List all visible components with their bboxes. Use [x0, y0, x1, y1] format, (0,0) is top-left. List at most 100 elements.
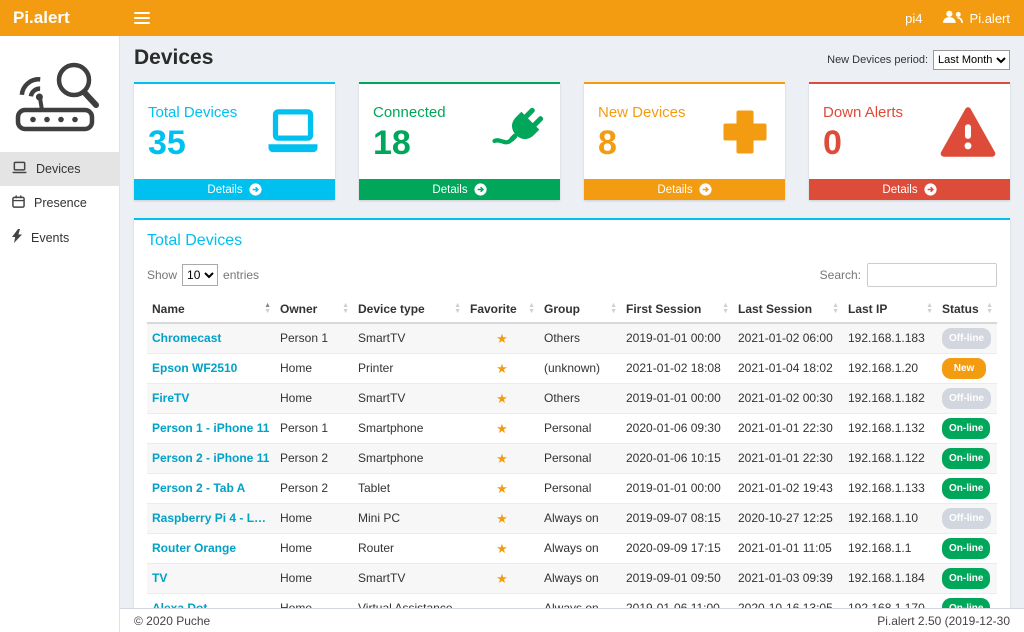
card-total-devices: Total Devices 35 Details — [134, 82, 335, 200]
sidebar-toggle-button[interactable] — [120, 0, 164, 36]
card-title: Total Devices — [148, 104, 237, 121]
sidebar-item-devices[interactable]: Devices — [0, 152, 120, 186]
column-header-last-session[interactable]: Last Session▲▼ — [733, 296, 843, 323]
arrow-circle-icon — [699, 183, 712, 196]
device-type: Router — [353, 534, 465, 564]
table-row[interactable]: FireTV Home SmartTV ★ Others 2019-01-01 … — [147, 384, 997, 414]
table-row[interactable]: Epson WF2510 Home Printer ★ (unknown) 20… — [147, 354, 997, 384]
table-row[interactable]: Alexa Dot Home Virtual Assistance Always… — [147, 594, 997, 609]
device-name-link[interactable]: Alexa Dot — [147, 594, 275, 609]
last-ip: 192.168.1.20 — [843, 354, 937, 384]
table-row[interactable]: Raspberry Pi 4 - LAN Home Mini PC ★ Alwa… — [147, 504, 997, 534]
last-ip: 192.168.1.133 — [843, 474, 937, 504]
status-badge: On-line — [942, 538, 990, 559]
table-row[interactable]: Person 2 - Tab A Person 2 Tablet ★ Perso… — [147, 474, 997, 504]
favorite-star-icon — [465, 594, 539, 609]
laptop-icon — [265, 109, 321, 158]
sort-icon: ▲▼ — [454, 303, 461, 315]
table-row[interactable]: Person 1 - iPhone 11 Person 1 Smartphone… — [147, 414, 997, 444]
table-row[interactable]: Chromecast Person 1 SmartTV ★ Others 201… — [147, 323, 997, 354]
status-badge: On-line — [942, 448, 990, 469]
device-type: Smartphone — [353, 414, 465, 444]
laptop-icon — [12, 161, 27, 177]
device-group: Always on — [539, 594, 621, 609]
device-name-link[interactable]: Person 2 - Tab A — [147, 474, 275, 504]
plus-icon — [719, 106, 771, 161]
details-link-new[interactable]: Details — [584, 179, 785, 200]
column-header-name[interactable]: Name▲▼ — [147, 296, 275, 323]
sort-icon: ▲▼ — [528, 303, 535, 315]
card-value: 8 — [598, 123, 686, 164]
user-menu[interactable]: Pi.alert — [943, 10, 1010, 27]
table-row[interactable]: Router Orange Home Router ★ Always on 20… — [147, 534, 997, 564]
search-input[interactable] — [867, 263, 997, 287]
device-name-link[interactable]: Raspberry Pi 4 - LAN — [147, 504, 275, 534]
device-name-link[interactable]: Person 2 - iPhone 11 — [147, 444, 275, 474]
device-owner: Home — [275, 504, 353, 534]
device-name-link[interactable]: Person 1 - iPhone 11 — [147, 414, 275, 444]
column-header-first-session[interactable]: First Session▲▼ — [621, 296, 733, 323]
version-text: Pi.alert 2.50 (2019-12-30 — [877, 614, 1010, 628]
last-ip: 192.168.1.10 — [843, 504, 937, 534]
brand-logo[interactable]: Pi.alert — [0, 0, 120, 36]
device-status-cell: Off-line — [937, 504, 997, 534]
favorite-star-icon: ★ — [465, 534, 539, 564]
main-content: Devices New Devices period: Last Month T… — [120, 36, 1024, 608]
bolt-icon — [12, 229, 22, 246]
arrow-circle-icon — [474, 183, 487, 196]
table-row[interactable]: TV Home SmartTV ★ Always on 2019-09-01 0… — [147, 564, 997, 594]
summary-cards: Total Devices 35 Details — [134, 82, 1010, 200]
sort-icon: ▲▼ — [342, 303, 349, 315]
device-name-link[interactable]: TV — [147, 564, 275, 594]
device-name-link[interactable]: Chromecast — [147, 323, 275, 354]
status-badge: Off-line — [942, 388, 991, 409]
device-group: Always on — [539, 534, 621, 564]
device-group: Always on — [539, 564, 621, 594]
card-value: 18 — [373, 123, 446, 164]
page-length-select[interactable]: 10 — [182, 264, 218, 286]
sort-icon: ▲▼ — [986, 303, 993, 315]
device-type: Virtual Assistance — [353, 594, 465, 609]
panel-title: Total Devices — [147, 232, 997, 250]
device-table-body: Chromecast Person 1 SmartTV ★ Others 201… — [147, 323, 997, 608]
sort-icon: ▲▼ — [832, 303, 839, 315]
column-header-group[interactable]: Group▲▼ — [539, 296, 621, 323]
status-badge: New — [942, 358, 986, 379]
column-header-favorite[interactable]: Favorite▲▼ — [465, 296, 539, 323]
device-status-cell: Off-line — [937, 384, 997, 414]
device-status-cell: On-line — [937, 444, 997, 474]
device-group: Others — [539, 323, 621, 354]
device-name-link[interactable]: Epson WF2510 — [147, 354, 275, 384]
details-link-total[interactable]: Details — [134, 179, 335, 200]
device-type: Mini PC — [353, 504, 465, 534]
card-connected: Connected 18 Detai — [359, 82, 560, 200]
sidebar-item-events[interactable]: Events — [0, 220, 120, 255]
details-link-down[interactable]: Details — [809, 179, 1010, 200]
details-label: Details — [657, 184, 692, 196]
column-header-device-type[interactable]: Device type▲▼ — [353, 296, 465, 323]
table-row[interactable]: Person 2 - iPhone 11 Person 2 Smartphone… — [147, 444, 997, 474]
column-header-owner[interactable]: Owner▲▼ — [275, 296, 353, 323]
period-label: New Devices period: — [827, 54, 928, 66]
last-ip: 192.168.1.1 — [843, 534, 937, 564]
first-session: 2019-01-01 00:00 — [621, 474, 733, 504]
period-select[interactable]: Last Month — [933, 50, 1010, 70]
device-name-link[interactable]: Router Orange — [147, 534, 275, 564]
device-name-link[interactable]: FireTV — [147, 384, 275, 414]
sidebar-item-presence[interactable]: Presence — [0, 186, 120, 220]
plug-icon — [492, 105, 546, 162]
details-label: Details — [882, 184, 917, 196]
device-owner: Home — [275, 534, 353, 564]
column-header-status[interactable]: Status▲▼ — [937, 296, 997, 323]
card-value: 0 — [823, 123, 903, 164]
first-session: 2019-09-01 09:50 — [621, 564, 733, 594]
device-group: (unknown) — [539, 354, 621, 384]
device-group: Personal — [539, 444, 621, 474]
favorite-star-icon: ★ — [465, 414, 539, 444]
hostname-label: pi4 — [905, 11, 922, 26]
device-status-cell: On-line — [937, 534, 997, 564]
warning-triangle-icon — [940, 106, 996, 161]
column-header-last-ip[interactable]: Last IP▲▼ — [843, 296, 937, 323]
details-link-connected[interactable]: Details — [359, 179, 560, 200]
device-status-cell: On-line — [937, 414, 997, 444]
